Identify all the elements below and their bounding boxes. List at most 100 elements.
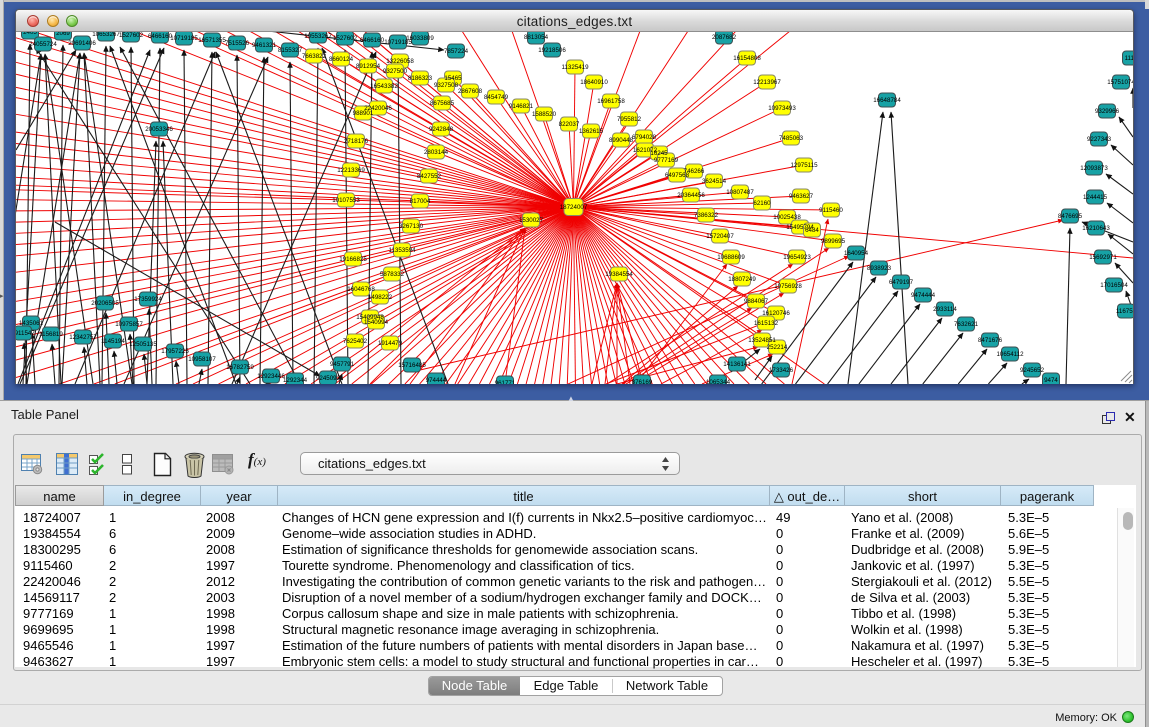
svg-text:16046768: 16046768	[347, 286, 375, 293]
svg-text:16154808: 16154808	[733, 55, 761, 62]
svg-text:2803144: 2803144	[424, 149, 449, 156]
svg-text:7625402: 7625402	[343, 338, 368, 345]
svg-text:2933114: 2933114	[933, 306, 957, 313]
svg-text:12505135: 12505135	[129, 341, 157, 348]
svg-text:16120746: 16120746	[762, 310, 790, 317]
svg-text:8990448: 8990448	[609, 137, 634, 144]
svg-text:7515526: 7515526	[225, 40, 250, 47]
svg-text:7857224: 7857224	[444, 48, 469, 55]
svg-text:20691406: 20691406	[68, 40, 96, 47]
svg-text:1156819: 1156819	[39, 331, 63, 338]
svg-text:8938923: 8938923	[867, 265, 892, 272]
svg-text:1065344: 1065344	[706, 379, 731, 384]
svg-text:12975115: 12975115	[790, 162, 818, 169]
svg-text:15716485: 15716485	[398, 362, 426, 369]
svg-text:7386322: 7386322	[694, 212, 719, 219]
svg-text:9327500: 9327500	[383, 68, 408, 75]
svg-text:1435061: 1435061	[19, 320, 44, 327]
svg-text:988901: 988901	[353, 110, 374, 117]
svg-text:10719185: 10719185	[170, 35, 198, 42]
svg-text:1540994: 1540994	[364, 319, 389, 326]
svg-text:16648784: 16648784	[873, 97, 901, 104]
svg-text:11353594: 11353594	[388, 247, 416, 254]
svg-text:1244415: 1244415	[1083, 194, 1108, 201]
svg-text:2405: 2405	[23, 32, 37, 36]
svg-text:1733426: 1733426	[769, 367, 794, 374]
svg-text:10958107: 10958107	[188, 356, 216, 363]
svg-text:9777169: 9777169	[654, 157, 679, 164]
svg-text:9245652: 9245652	[1020, 367, 1045, 374]
svg-text:1498222: 1498222	[368, 294, 393, 301]
svg-text:252214: 252214	[767, 344, 788, 351]
svg-text:8912954: 8912954	[356, 63, 381, 70]
svg-text:11325419: 11325419	[561, 64, 589, 71]
svg-text:822037: 822037	[559, 121, 580, 128]
svg-text:16571355: 16571355	[198, 37, 226, 44]
svg-text:24055724: 24055724	[29, 41, 57, 48]
svg-text:817004: 817004	[410, 198, 431, 205]
svg-text:6497568: 6497568	[665, 172, 690, 179]
svg-text:16782759: 16782759	[226, 364, 254, 371]
svg-text:6479197: 6479197	[889, 279, 914, 286]
svg-text:6466160: 6466160	[148, 33, 173, 40]
svg-text:14136141: 14136141	[723, 361, 751, 368]
svg-text:13226058: 13226058	[386, 58, 414, 65]
svg-text:18724007: 18724007	[560, 204, 588, 211]
svg-text:9227343: 9227343	[1087, 136, 1112, 143]
svg-text:19384554: 19384554	[605, 271, 633, 278]
svg-text:7955812: 7955812	[617, 116, 642, 123]
svg-text:12213369: 12213369	[337, 167, 365, 174]
svg-text:1530027: 1530027	[519, 217, 544, 224]
svg-text:19654923: 19654923	[783, 254, 811, 261]
svg-text:1615132: 1615132	[754, 320, 779, 327]
svg-text:18807249: 18807249	[728, 276, 756, 283]
svg-text:8660124: 8660124	[329, 56, 354, 63]
svg-text:876169: 876169	[632, 379, 653, 384]
svg-text:19218506: 19218506	[538, 47, 566, 54]
svg-text:10553267: 10553267	[304, 33, 332, 40]
svg-text:12213967: 12213967	[753, 79, 781, 86]
svg-text:1117: 1117	[1125, 55, 1133, 62]
svg-text:9242848: 9242848	[429, 126, 454, 133]
svg-text:2069: 2069	[56, 32, 70, 37]
svg-text:9474444: 9474444	[911, 292, 936, 299]
svg-text:10688609: 10688609	[717, 254, 745, 261]
svg-text:5878332: 5878332	[380, 271, 405, 278]
svg-text:10975857: 10975857	[115, 321, 143, 328]
svg-text:9463627: 9463627	[789, 193, 814, 200]
svg-text:10807487: 10807487	[726, 189, 754, 196]
svg-text:15465: 15465	[444, 75, 462, 82]
svg-text:9899695: 9899695	[821, 238, 846, 245]
svg-text:1362615: 1362615	[579, 128, 604, 135]
svg-text:16245: 16245	[650, 150, 668, 157]
svg-text:8471676: 8471676	[978, 337, 1003, 344]
svg-text:16033809: 16033809	[406, 35, 434, 42]
svg-text:10973493: 10973493	[768, 105, 796, 112]
svg-text:19166825: 19166825	[339, 256, 367, 263]
svg-text:2867608: 2867608	[458, 88, 483, 95]
svg-text:17957225: 17957225	[161, 348, 189, 355]
svg-text:9461321: 9461321	[252, 42, 277, 49]
svg-text:12923446: 12923446	[257, 373, 285, 380]
svg-text:16961758: 16961758	[597, 98, 625, 105]
svg-text:3267130: 3267130	[399, 223, 424, 230]
svg-text:13524851: 13524851	[748, 337, 776, 344]
svg-text:6794028: 6794028	[632, 134, 657, 141]
svg-text:1914479: 1914479	[378, 340, 403, 347]
svg-text:12093873: 12093873	[1080, 165, 1108, 172]
svg-text:8155327: 8155327	[278, 47, 303, 54]
svg-text:8186323: 8186323	[408, 75, 433, 82]
svg-text:15720407: 15720407	[706, 233, 734, 240]
svg-text:9146821: 9146821	[509, 103, 534, 110]
svg-text:8813054: 8813054	[524, 34, 549, 41]
svg-text:10107553: 10107553	[332, 197, 360, 204]
svg-text:20364456: 20364456	[677, 192, 705, 199]
svg-text:19756928: 19756928	[774, 283, 802, 290]
svg-text:3911547: 3911547	[16, 330, 35, 337]
svg-text:9474: 9474	[1044, 377, 1058, 384]
svg-text:6466160: 6466160	[360, 37, 385, 44]
svg-text:15751074: 15751074	[1107, 79, 1133, 86]
svg-text:9329966: 9329966	[1095, 108, 1120, 115]
svg-text:1640954: 1640954	[844, 250, 869, 257]
svg-text:17359924: 17359924	[134, 296, 162, 303]
